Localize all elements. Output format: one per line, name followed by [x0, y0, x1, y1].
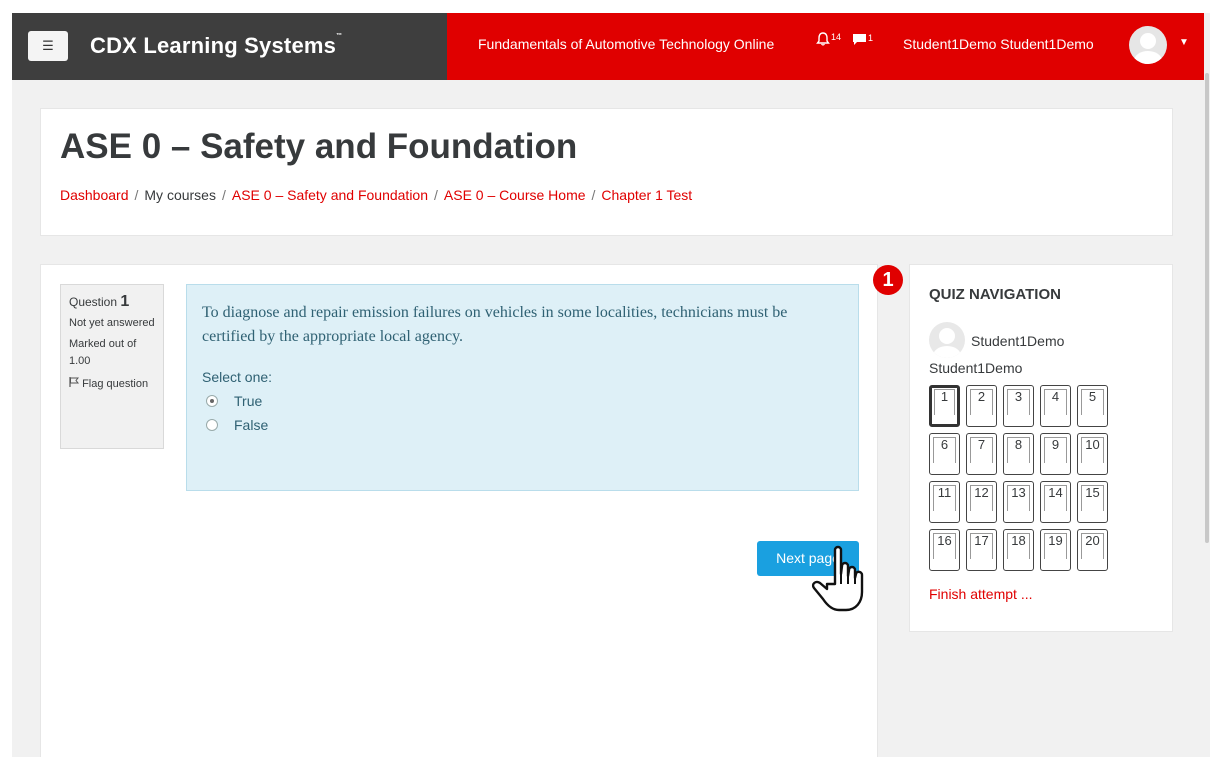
hamburger-icon: ☰ — [42, 38, 54, 53]
user-avatar — [929, 322, 965, 358]
quiz-nav-question-number: 1 — [934, 389, 955, 415]
quiz-nav-question-button[interactable]: 13 — [1003, 481, 1034, 523]
quiz-nav-question-number: 12 — [970, 485, 993, 511]
quiz-nav-question-button[interactable]: 14 — [1040, 481, 1071, 523]
top-navbar: ☰ CDX Learning Systems™ Fundamentals of … — [12, 13, 1204, 80]
question-button-grid: 1 2 3 4 5 6 7 8 9 10 11 12 13 14 15 16 17 18 19 20 — [929, 385, 1108, 571]
quiz-nav-question-button[interactable]: 5 — [1077, 385, 1108, 427]
question-info-panel: Question 1 Not yet answered Marked out o… — [60, 284, 164, 449]
question-state: Not yet answered — [69, 317, 155, 329]
quiz-nav-question-button[interactable]: 3 — [1003, 385, 1034, 427]
quiz-nav-question-number: 19 — [1044, 533, 1067, 559]
messages-count: 1 — [868, 33, 874, 43]
quiz-nav-question-number: 6 — [933, 437, 956, 463]
breadcrumb-course[interactable]: ASE 0 – Safety and Foundation — [232, 187, 428, 203]
breadcrumb-separator: / — [434, 187, 438, 203]
quiz-nav-question-button[interactable]: 1 — [929, 385, 960, 427]
quiz-nav-question-button[interactable]: 19 — [1040, 529, 1071, 571]
quiz-nav-question-number: 9 — [1044, 437, 1067, 463]
messages-button[interactable]: 1 — [852, 33, 873, 51]
quiz-nav-question-button[interactable]: 8 — [1003, 433, 1034, 475]
bell-icon — [816, 32, 830, 46]
breadcrumb-dashboard[interactable]: Dashboard — [60, 187, 129, 203]
scrollbar-thumb[interactable] — [1205, 73, 1209, 543]
brand-logo[interactable]: CDX Learning Systems™ — [90, 33, 342, 59]
question-grade: Marked out of 1.00 — [69, 338, 137, 367]
quiz-nav-question-number: 13 — [1007, 485, 1030, 511]
quiz-user: Student1Demo Student1Demo — [929, 322, 1099, 379]
page-title: ASE 0 – Safety and Foundation — [60, 127, 578, 166]
quiz-nav-question-number: 17 — [970, 533, 993, 559]
select-one-label: Select one: — [202, 369, 273, 385]
breadcrumb: Dashboard / My courses / ASE 0 – Safety and … — [60, 187, 692, 203]
breadcrumb-separator: / — [134, 187, 139, 203]
quiz-nav-question-number: 7 — [970, 437, 993, 463]
quiz-nav-question-button[interactable]: 16 — [929, 529, 960, 571]
notifications-button[interactable]: 14 — [816, 32, 841, 50]
navbar-user-area: Fundamentals of Automotive Technology On… — [447, 13, 1204, 80]
quiz-navigation-block: QUIZ NAVIGATION Student1Demo Student1Dem… — [909, 264, 1173, 632]
quiz-nav-question-button[interactable]: 4 — [1040, 385, 1071, 427]
answer-option-false[interactable]: False — [202, 417, 843, 433]
quiz-nav-question-button[interactable]: 9 — [1040, 433, 1071, 475]
quiz-nav-question-number: 8 — [1007, 437, 1030, 463]
user-avatar[interactable] — [1129, 26, 1167, 64]
callout-badge: 1 — [873, 265, 903, 295]
browser-viewport: ☰ CDX Learning Systems™ Fundamentals of … — [12, 13, 1204, 757]
quiz-nav-question-button[interactable]: 11 — [929, 481, 960, 523]
breadcrumb-separator: / — [221, 187, 226, 203]
quiz-nav-question-number: 10 — [1081, 437, 1104, 463]
quiz-nav-question-button[interactable]: 7 — [966, 433, 997, 475]
quiz-nav-question-button[interactable]: 17 — [966, 529, 997, 571]
question-content: To diagnose and repair emission failures… — [186, 284, 859, 491]
quiz-nav-question-number: 14 — [1044, 485, 1067, 511]
breadcrumb-my-courses: My courses — [144, 187, 216, 203]
quiz-nav-question-button[interactable]: 18 — [1003, 529, 1034, 571]
answer-label-false: False — [234, 417, 269, 433]
quiz-nav-question-number: 5 — [1081, 389, 1104, 415]
quiz-nav-question-button[interactable]: 2 — [966, 385, 997, 427]
quiz-nav-question-number: 20 — [1081, 533, 1104, 559]
quiz-nav-question-button[interactable]: 20 — [1077, 529, 1108, 571]
breadcrumb-separator: / — [591, 187, 596, 203]
quiz-nav-question-button[interactable]: 6 — [929, 433, 960, 475]
page-scrollbar[interactable] — [1204, 13, 1210, 757]
quiz-nav-question-button[interactable]: 12 — [966, 481, 997, 523]
page-header: ASE 0 – Safety and Foundation Dashboard /… — [40, 108, 1173, 236]
breadcrumb-chapter-test[interactable]: Chapter 1 Test — [601, 187, 692, 203]
chat-bubble-icon — [853, 34, 866, 45]
radio-false[interactable] — [206, 419, 218, 431]
question-text: To diagnose and repair emission failures… — [202, 304, 788, 345]
quiz-nav-question-number: 2 — [970, 389, 993, 415]
navbar-brand-area: ☰ CDX Learning Systems™ — [12, 13, 447, 80]
answer-label-true: True — [234, 393, 263, 409]
notifications-count: 14 — [831, 32, 842, 42]
quiz-nav-question-number: 4 — [1044, 389, 1067, 415]
quiz-navigation-title: QUIZ NAVIGATION — [929, 286, 1061, 303]
course-link[interactable]: Fundamentals of Automotive Technology On… — [478, 36, 774, 52]
finish-attempt-link[interactable]: Finish attempt ... — [929, 586, 1032, 602]
quiz-nav-question-number: 16 — [933, 533, 956, 559]
hand-pointer-icon — [811, 545, 864, 612]
quiz-nav-question-number: 18 — [1007, 533, 1030, 559]
radio-true[interactable] — [206, 395, 218, 407]
answer-option-true[interactable]: True — [202, 393, 843, 409]
hamburger-menu-button[interactable]: ☰ — [28, 31, 68, 61]
quiz-nav-question-number: 11 — [933, 485, 956, 511]
user-menu-name[interactable]: Student1Demo Student1Demo — [903, 36, 1094, 52]
quiz-nav-question-button[interactable]: 10 — [1077, 433, 1108, 475]
quiz-nav-question-number: 15 — [1081, 485, 1104, 511]
breadcrumb-course-home[interactable]: ASE 0 – Course Home — [444, 187, 586, 203]
flag-question-button[interactable]: Flag question — [69, 376, 155, 393]
flag-icon — [69, 377, 80, 387]
quiz-nav-question-number: 3 — [1007, 389, 1030, 415]
question-number: Question 1 — [69, 293, 130, 310]
quiz-nav-question-button[interactable]: 15 — [1077, 481, 1108, 523]
quiz-main-region: Question 1 Not yet answered Marked out o… — [40, 264, 878, 757]
chevron-down-icon[interactable]: ▼ — [1179, 37, 1189, 48]
